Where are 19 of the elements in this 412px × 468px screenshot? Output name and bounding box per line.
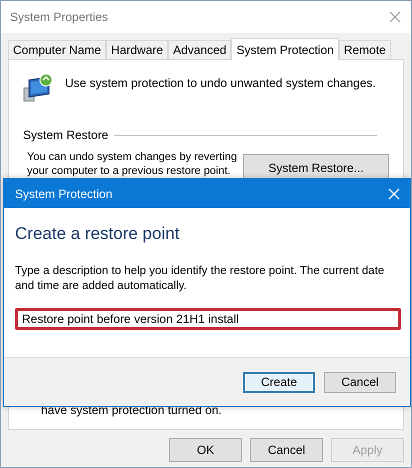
- tab[interactable]: Remote: [338, 40, 391, 59]
- tab[interactable]: Hardware: [106, 40, 168, 59]
- protection-note: have system protection turned on.: [40, 403, 223, 417]
- close-icon[interactable]: [389, 11, 401, 23]
- dialog-button[interactable]: OK: [169, 438, 242, 462]
- dialog-title: System Protection: [15, 186, 112, 200]
- dialog-button[interactable]: Cancel: [250, 438, 323, 462]
- tab[interactable]: Computer Name: [8, 40, 106, 59]
- description-input-field[interactable]: Restore point before version 21H1 install: [15, 308, 401, 330]
- tab[interactable]: System Protection: [231, 38, 339, 60]
- restore-description: You can undo system changes by reverting your computer to a previous restore point.: [27, 150, 238, 179]
- dialog-button[interactable]: Cancel: [324, 372, 396, 392]
- group-label: System Restore: [23, 128, 108, 142]
- dialog-button[interactable]: Create: [243, 372, 315, 392]
- intro-text: Use system protection to undo unwanted system changes.: [65, 75, 376, 90]
- dialog-description: Type a description to help you identify the restore point. The current date and time are added automatically.: [15, 264, 386, 294]
- tab[interactable]: Advanced: [168, 40, 232, 59]
- dialog-heading: Create a restore point: [15, 224, 180, 244]
- window-title: System Properties: [10, 10, 108, 24]
